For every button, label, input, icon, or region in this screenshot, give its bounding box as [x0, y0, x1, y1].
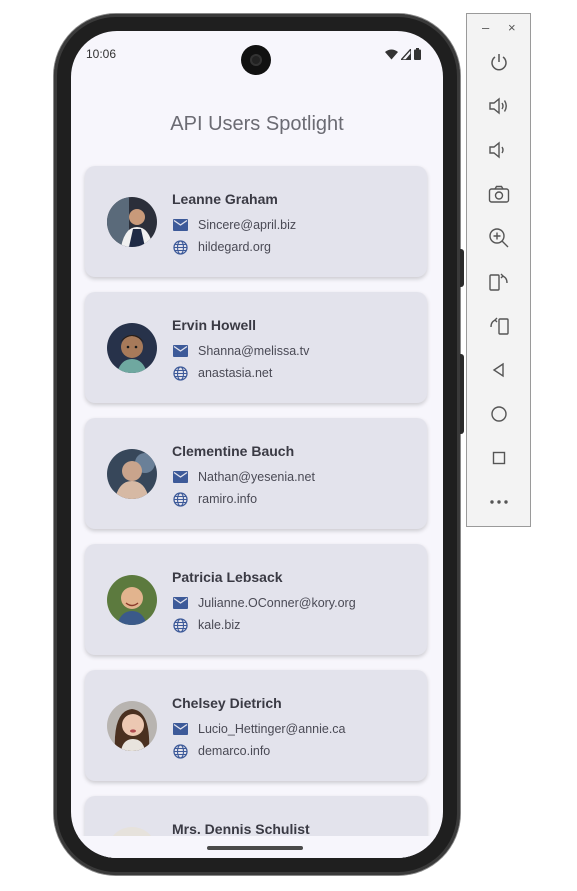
- user-email: Lucio_Hettinger@annie.ca: [198, 722, 346, 736]
- user-email: Julianne.OConner@kory.org: [198, 596, 356, 610]
- user-card[interactable]: Clementine Bauch Nathan@yesenia.net rami…: [85, 418, 427, 529]
- battery-icon: [414, 48, 421, 60]
- phone-side-button: [460, 249, 464, 287]
- avatar: [107, 575, 157, 625]
- user-card[interactable]: Chelsey Dietrich Lucio_Hettinger@annie.c…: [85, 670, 427, 781]
- email-icon: [172, 721, 188, 737]
- avatar: [107, 197, 157, 247]
- emulator-toolbar: – ×: [466, 13, 531, 527]
- user-email: Nathan@yesenia.net: [198, 470, 315, 484]
- globe-icon: [172, 491, 188, 507]
- user-website: kale.biz: [198, 618, 241, 632]
- avatar: [107, 323, 157, 373]
- user-card[interactable]: Patricia Lebsack Julianne.OConner@kory.o…: [85, 544, 427, 655]
- email-row[interactable]: Nathan@yesenia.net: [172, 469, 315, 485]
- user-website: anastasia.net: [198, 366, 273, 380]
- volume-down-icon[interactable]: [486, 137, 512, 163]
- back-icon[interactable]: [486, 357, 512, 383]
- close-button[interactable]: ×: [508, 20, 516, 35]
- power-icon[interactable]: [486, 49, 512, 75]
- email-icon: [172, 595, 188, 611]
- email-icon: [172, 469, 188, 485]
- globe-icon: [172, 743, 188, 759]
- user-website: demarco.info: [198, 744, 271, 758]
- cellular-signal-icon: [401, 49, 411, 60]
- email-row[interactable]: Shanna@melissa.tv: [172, 343, 309, 359]
- status-time: 10:06: [86, 47, 117, 61]
- user-name: Chelsey Dietrich: [172, 695, 282, 711]
- avatar: [107, 701, 157, 751]
- phone-volume-button: [460, 354, 464, 434]
- rotate-right-icon[interactable]: [486, 313, 512, 339]
- user-name: Patricia Lebsack: [172, 569, 283, 585]
- minimize-button[interactable]: –: [482, 20, 489, 35]
- globe-icon: [172, 617, 188, 633]
- phone-screen: 10:06 API Users Spotlight Leanne Graham …: [71, 31, 443, 858]
- home-indicator[interactable]: [207, 846, 303, 850]
- website-row[interactable]: ramiro.info: [172, 491, 257, 507]
- website-row[interactable]: anastasia.net: [172, 365, 272, 381]
- email-icon: [172, 343, 188, 359]
- website-row[interactable]: kale.biz: [172, 617, 240, 633]
- volume-up-icon[interactable]: [486, 93, 512, 119]
- email-icon: [172, 217, 188, 233]
- zoom-in-icon[interactable]: [486, 225, 512, 251]
- website-row[interactable]: hildegard.org: [172, 239, 271, 255]
- user-website: ramiro.info: [198, 492, 258, 506]
- overview-icon[interactable]: [486, 445, 512, 471]
- camera-icon[interactable]: [486, 181, 512, 207]
- user-card[interactable]: Ervin Howell Shanna@melissa.tv anastasia…: [85, 292, 427, 403]
- user-name: Mrs. Dennis Schulist: [172, 821, 310, 837]
- user-name: Leanne Graham: [172, 191, 278, 207]
- email-row[interactable]: Lucio_Hettinger@annie.ca: [172, 721, 346, 737]
- user-email: Sincere@april.biz: [198, 218, 297, 232]
- status-icons: [385, 48, 421, 60]
- phone-frame: 10:06 API Users Spotlight Leanne Graham …: [54, 14, 464, 875]
- user-name: Ervin Howell: [172, 317, 257, 333]
- user-card[interactable]: Leanne Graham Sincere@april.biz hildegar…: [85, 166, 427, 277]
- avatar: [107, 449, 157, 499]
- website-row[interactable]: demarco.info: [172, 743, 270, 759]
- rotate-left-icon[interactable]: [486, 269, 512, 295]
- front-camera: [241, 45, 271, 75]
- user-name: Clementine Bauch: [172, 443, 295, 459]
- globe-icon: [172, 239, 188, 255]
- home-icon[interactable]: [486, 401, 512, 427]
- status-bar: 10:06: [71, 31, 443, 83]
- globe-icon: [172, 365, 188, 381]
- app-title: API Users Spotlight: [170, 113, 344, 135]
- more-icon[interactable]: [486, 489, 512, 515]
- user-email: Shanna@melissa.tv: [198, 344, 310, 358]
- wifi-icon: [385, 49, 398, 60]
- email-row[interactable]: Sincere@april.biz: [172, 217, 296, 233]
- user-website: hildegard.org: [198, 240, 271, 254]
- email-row[interactable]: Julianne.OConner@kory.org: [172, 595, 356, 611]
